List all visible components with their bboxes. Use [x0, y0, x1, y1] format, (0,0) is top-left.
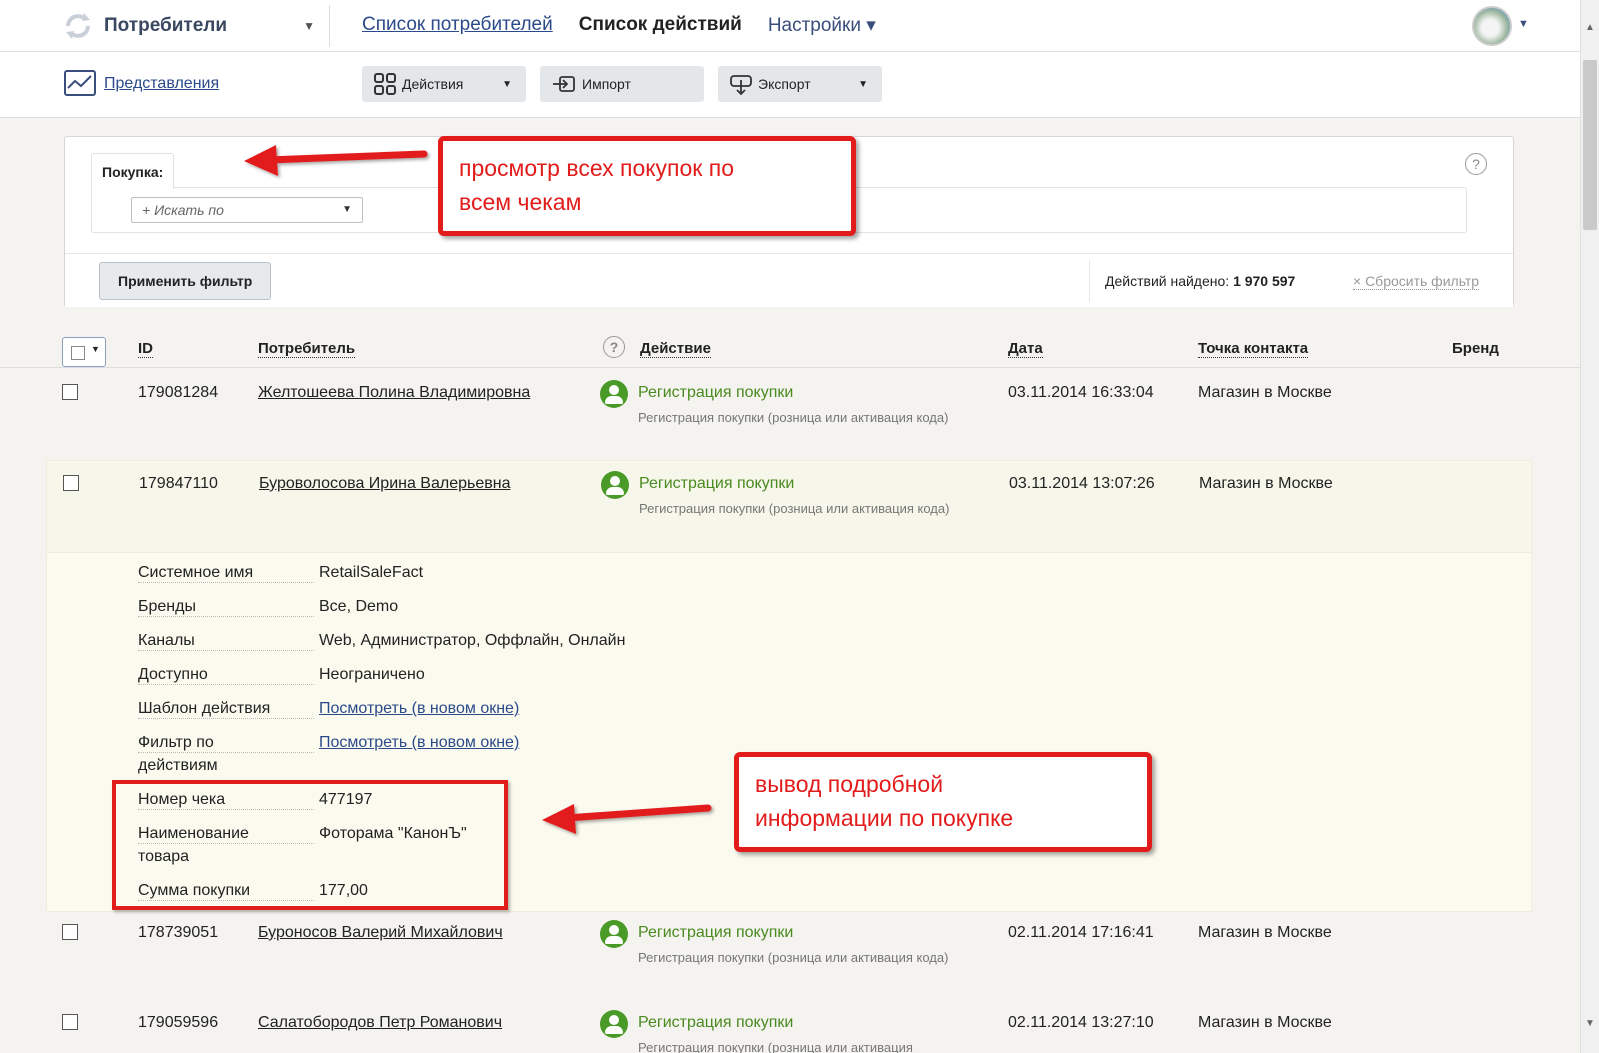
arrow-to-filter-tab — [244, 145, 428, 176]
annotation-line: вывод подробной — [755, 771, 944, 797]
annotation-details-note: вывод подробной информации по покупке — [734, 752, 1152, 852]
highlight-purchase-details — [112, 780, 508, 910]
annotation-line: информации по покупке — [755, 805, 1014, 831]
annotation-filter-note: просмотр всех покупок по всем чекам — [438, 136, 856, 236]
scroll-down-icon[interactable]: ▼ — [1585, 1018, 1595, 1029]
scroll-thumb[interactable] — [1583, 60, 1597, 230]
annotation-line: просмотр всех покупок по — [459, 155, 735, 181]
scroll-up-icon[interactable]: ▲ — [1585, 22, 1595, 33]
annotation-line: всем чекам — [459, 189, 582, 215]
arrow-to-purchase-details — [542, 804, 712, 834]
scrollbar[interactable]: ▲ ▼ — [1580, 0, 1599, 1053]
